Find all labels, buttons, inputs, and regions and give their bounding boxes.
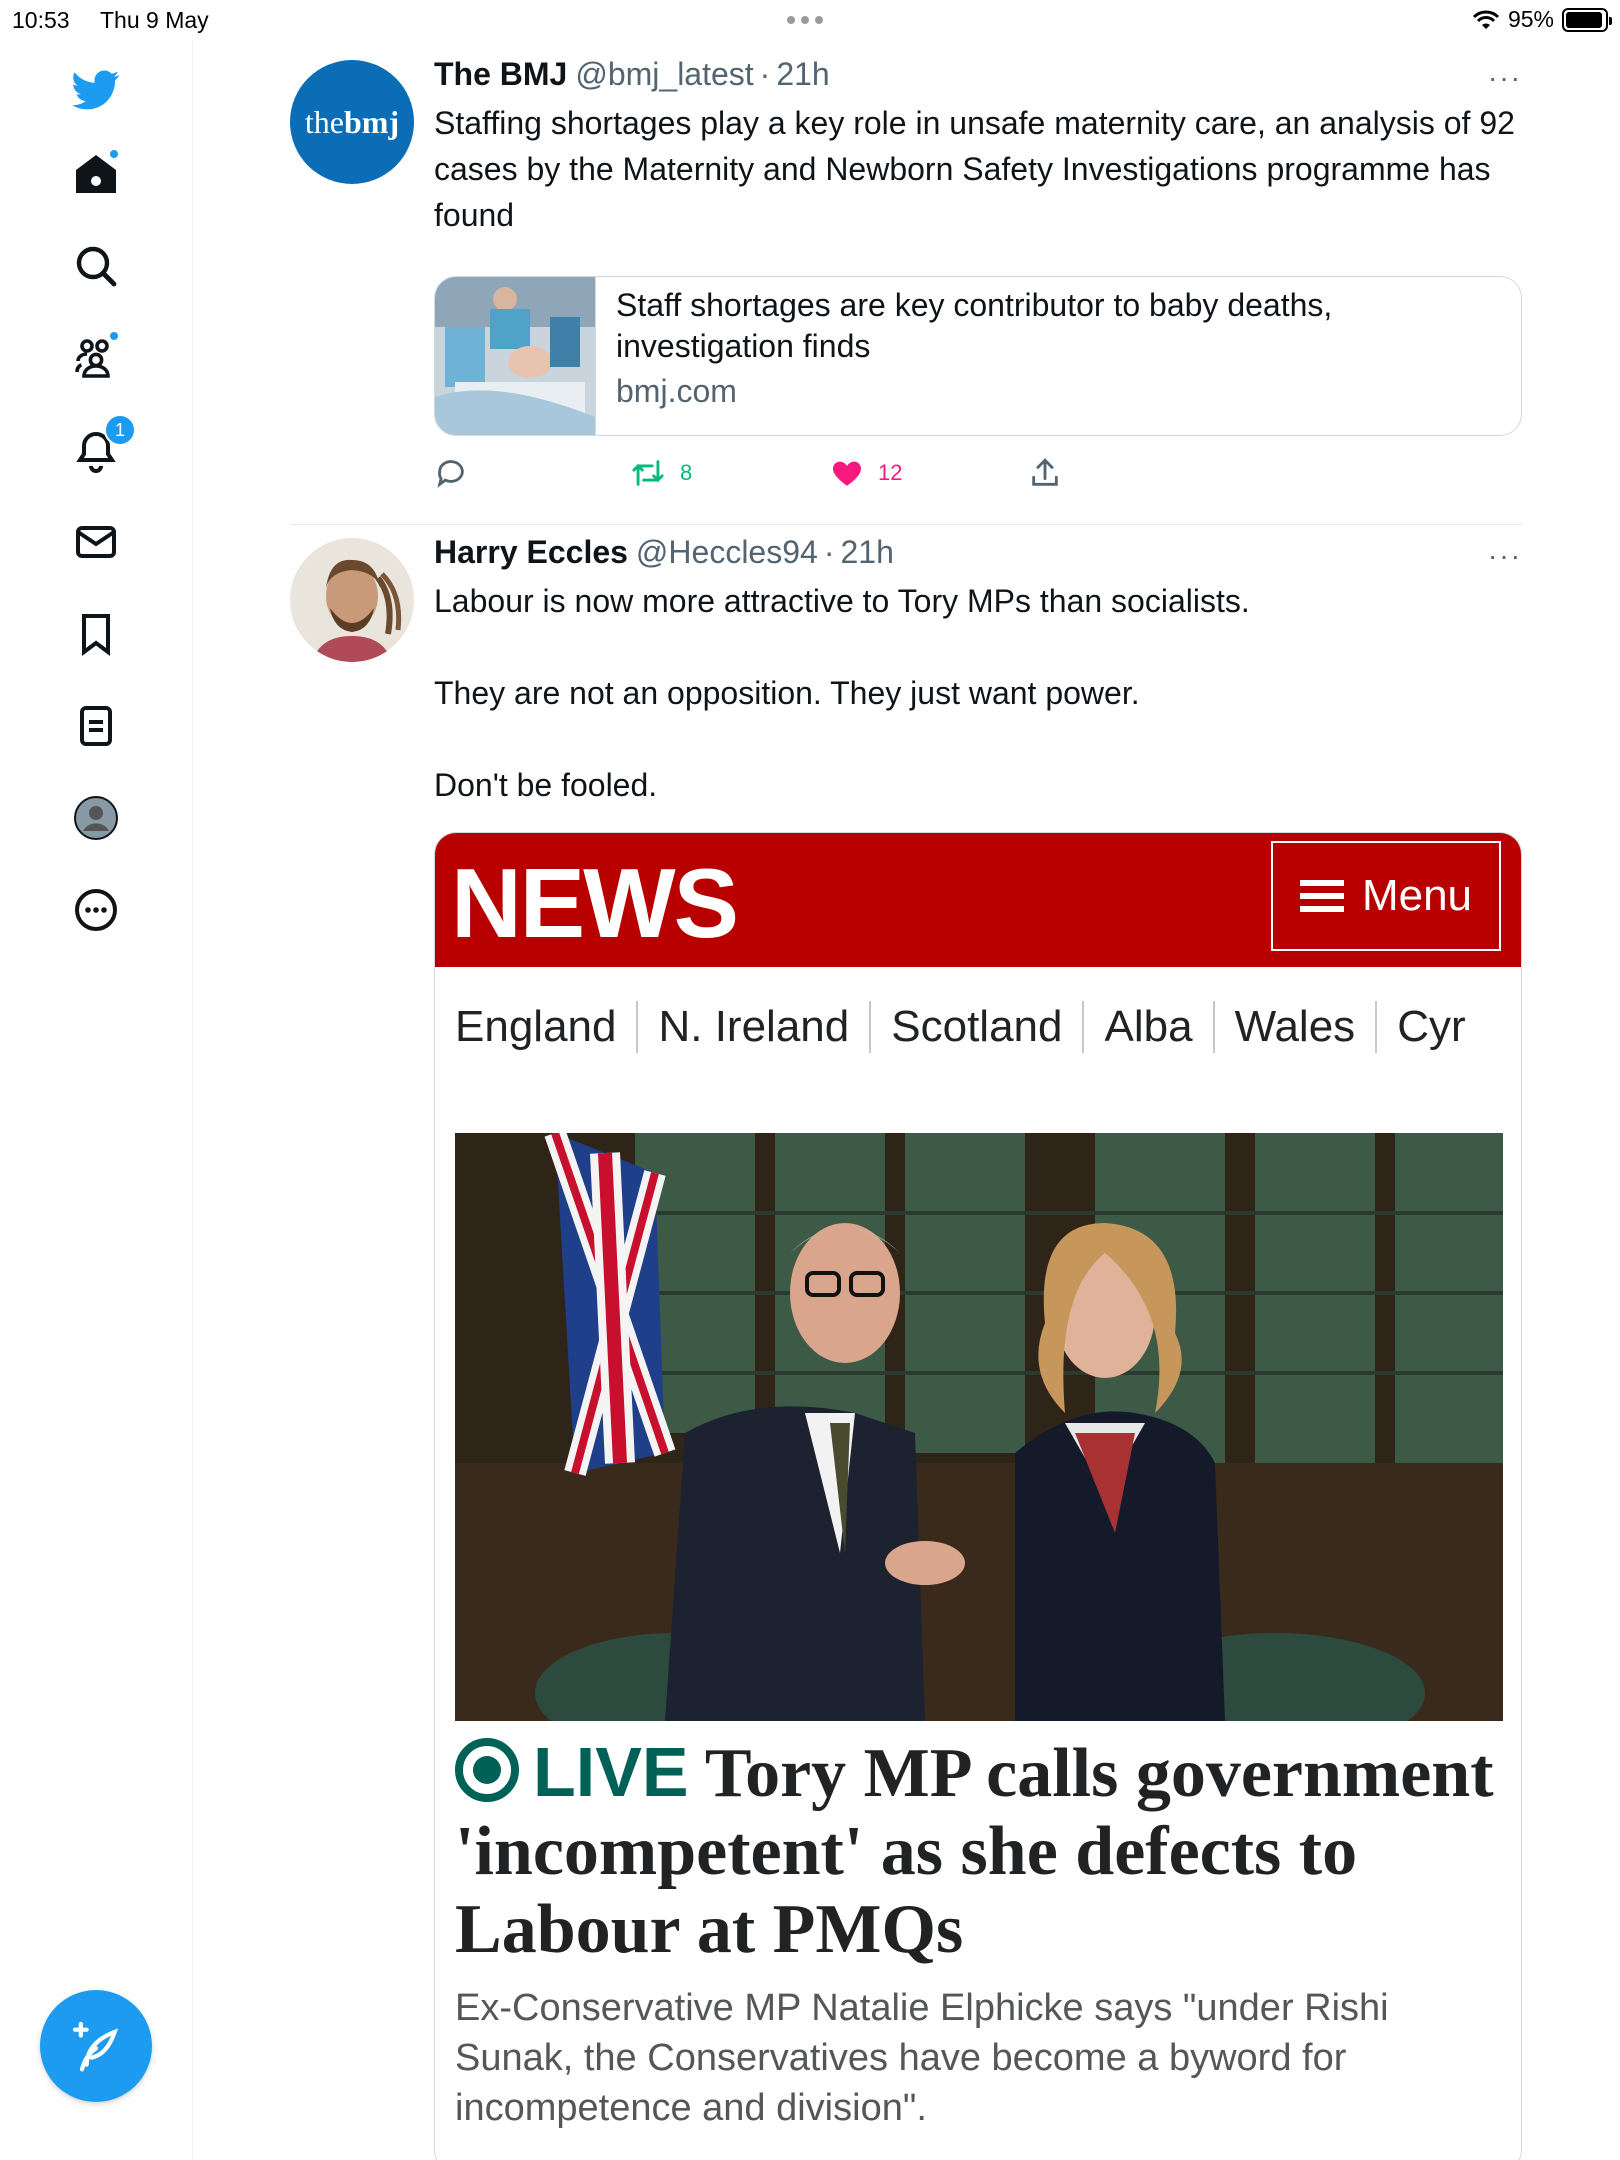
reply-icon — [437, 460, 464, 488]
author-handle[interactable]: @Heccles94 — [636, 534, 818, 571]
tweet-time[interactable]: 21h — [776, 56, 829, 93]
tweet-header: Harry Eccles @Heccles94 · 21h — [434, 534, 1522, 578]
tweet-time[interactable]: 21h — [840, 534, 893, 571]
retweet-button[interactable]: 8 — [630, 456, 692, 490]
avatar-bmj[interactable]: thebmj — [290, 60, 414, 184]
tweet-harry-eccles[interactable]: Harry Eccles @Heccles94 · 21h ··· Labour… — [290, 534, 1522, 2160]
wifi-icon — [1472, 10, 1500, 29]
tweet-text: Staffing shortages play a key role in un… — [434, 105, 1515, 233]
hamburger-icon — [1299, 880, 1344, 912]
news-menu-button: Menu — [1271, 841, 1501, 951]
battery-icon — [1562, 7, 1612, 32]
sidebar-nav: 1 — [0, 40, 193, 2160]
card-title: Staff shortages are key contributor to b… — [616, 287, 1333, 364]
news-nav-item: Alba — [1104, 1002, 1193, 1051]
live-indicator-icon — [455, 1738, 519, 1802]
live-label: LIVE — [533, 1733, 689, 1811]
battery-percent: 95% — [1507, 6, 1554, 32]
retweet-count: 8 — [680, 460, 693, 485]
twitter-logo-icon[interactable] — [60, 54, 132, 126]
tweet-text: Labour is now more attractive to Tory MP… — [434, 578, 1522, 808]
status-bar: 10:53 Thu 9 May 95% — [0, 0, 1620, 40]
share-button[interactable] — [1028, 456, 1062, 490]
status-time: 10:53 — [12, 7, 70, 33]
profile-icon[interactable] — [60, 782, 132, 854]
lists-icon[interactable] — [60, 690, 132, 762]
news-region-nav: England N. Ireland Scotland Alba Wales C… — [435, 967, 1521, 1087]
more-circle-icon[interactable] — [60, 874, 132, 946]
news-header: NEWS Menu — [435, 833, 1521, 967]
tweet-bmj[interactable]: thebmj The BMJ @bmj_latest · 21h ··· Sta… — [290, 56, 1522, 526]
news-logo: NEWS — [451, 848, 739, 958]
news-menu-label: Menu — [1361, 871, 1473, 920]
news-nav-item: N. Ireland — [658, 1002, 850, 1051]
multitasking-dots-icon[interactable] — [787, 16, 823, 24]
more-options-icon[interactable]: ··· — [1488, 62, 1522, 94]
home-new-dot — [108, 148, 120, 160]
news-nav-item: Cyr — [1397, 1002, 1466, 1051]
search-icon[interactable] — [60, 230, 132, 302]
home-icon[interactable] — [60, 138, 132, 210]
separator-dot: · — [759, 56, 771, 92]
communities-icon[interactable] — [60, 322, 132, 394]
tweet-image-news-screenshot[interactable]: NEWS Menu England N. Ireland Scotland Al… — [434, 832, 1522, 2160]
card-domain: bmj.com — [616, 373, 737, 409]
notifications-bell-icon[interactable]: 1 — [60, 414, 136, 486]
compose-tweet-button[interactable] — [40, 1990, 152, 2102]
tweet-header: The BMJ @bmj_latest · 21h — [434, 56, 1522, 100]
more-options-icon[interactable]: ··· — [1488, 540, 1522, 572]
news-nav-item: Scotland — [891, 1002, 1063, 1051]
messages-envelope-icon[interactable] — [60, 506, 132, 578]
news-headline: LIVE Tory MP calls government 'incompete… — [455, 1733, 1515, 1969]
author-name[interactable]: The BMJ — [434, 56, 567, 93]
reply-button[interactable] — [434, 456, 468, 490]
tweet-line: Don't be fooled. — [434, 767, 658, 803]
bmj-avatar-logo: thebmj — [304, 103, 400, 140]
tweet-line: Labour is now more attractive to Tory MP… — [434, 583, 1250, 619]
card-thumbnail — [435, 277, 595, 435]
author-name[interactable]: Harry Eccles — [434, 534, 628, 571]
tweet-line: They are not an opposition. They just wa… — [434, 675, 1140, 711]
news-nav-item: Wales — [1234, 1002, 1356, 1051]
communities-new-dot — [108, 330, 120, 342]
like-button[interactable]: 12 — [830, 456, 902, 490]
avatar-harry-eccles[interactable] — [290, 538, 414, 662]
retweet-icon — [632, 460, 664, 486]
author-handle[interactable]: @bmj_latest — [575, 56, 753, 93]
compose-feather-icon — [72, 2021, 119, 2072]
separator-dot: · — [823, 534, 835, 570]
news-summary: Ex-Conservative MP Natalie Elphicke says… — [455, 1987, 1389, 2129]
tweet-divider — [290, 524, 1522, 525]
notifications-badge: 1 — [104, 414, 136, 446]
like-count: 12 — [878, 460, 903, 485]
link-card[interactable]: Staff shortages are key contributor to b… — [434, 276, 1522, 436]
status-date: Thu 9 May — [100, 7, 209, 33]
heart-icon — [832, 461, 862, 486]
news-photo — [455, 1129, 1503, 1753]
share-icon — [1032, 458, 1058, 486]
bookmark-icon[interactable] — [60, 598, 132, 670]
news-nav-item: England — [455, 1002, 617, 1051]
tweet-actions: 8 12 — [434, 456, 1522, 504]
